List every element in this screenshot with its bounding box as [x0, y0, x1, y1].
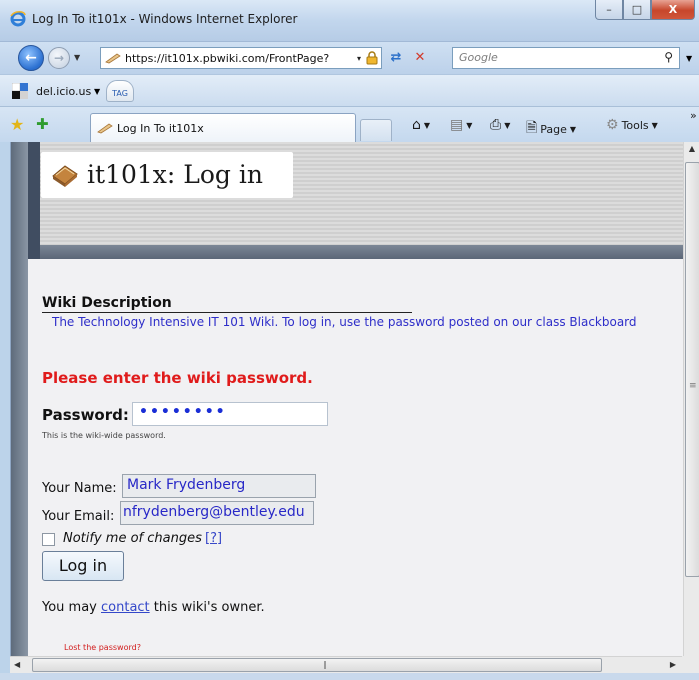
search-options-dropdown-icon[interactable]: ▼: [686, 54, 692, 63]
history-dropdown-icon[interactable]: ▼: [74, 53, 80, 62]
address-bar[interactable]: https://it101x.pbwiki.com/FrontPage? ▾: [100, 47, 382, 69]
toolbar-overflow-icon[interactable]: »: [690, 109, 697, 122]
gear-icon: ⚙: [606, 117, 619, 133]
home-icon: ⌂: [412, 117, 421, 133]
scroll-right-icon[interactable]: ▶: [670, 660, 676, 669]
close-button[interactable]: X: [651, 0, 695, 20]
tools-menu-label: Tools: [621, 118, 649, 132]
notify-label: Notify me of changes: [63, 531, 202, 546]
notify-checkbox[interactable]: [42, 533, 55, 546]
password-field[interactable]: ••••••••: [132, 402, 328, 426]
vertical-scrollbar[interactable]: ▲ ≡: [683, 142, 699, 656]
owner-suffix: this wiki's owner.: [149, 600, 265, 615]
vertical-scroll-thumb[interactable]: ≡: [685, 162, 699, 577]
address-dropdown-icon[interactable]: ▾: [357, 54, 361, 63]
search-box[interactable]: Google ⚲: [452, 47, 680, 69]
page-icon: 🗎: [526, 120, 538, 136]
owner-contact-text: You may contact this wiki's owner.: [42, 600, 265, 615]
feeds-button[interactable]: ▤ ▼: [450, 117, 472, 133]
tab-login[interactable]: Log In To it101x: [90, 113, 356, 143]
tools-menu[interactable]: ⚙ Tools ▼: [606, 117, 658, 133]
password-hint: This is the wiki-wide password.: [42, 431, 166, 440]
name-field[interactable]: Mark Frydenberg: [122, 474, 316, 498]
maximize-button[interactable]: □: [623, 0, 651, 20]
name-label: Your Name:: [42, 481, 117, 496]
add-favorites-icon[interactable]: ✚: [36, 115, 49, 133]
minimize-button[interactable]: –: [595, 0, 623, 20]
wiki-logo: it101x: Log in: [41, 152, 293, 198]
horizontal-scrollbar[interactable]: ◀ ‖ ▶: [10, 656, 682, 673]
password-label: Password:: [42, 406, 129, 424]
tab-bar: ★ ✚ Log In To it101x ⌂ ▼ ▤ ▼ ⎙ ▼ 🗎 Page …: [0, 106, 699, 143]
favorites-star-icon[interactable]: ★: [10, 115, 24, 134]
tools-dropdown-icon: ▼: [651, 120, 658, 130]
window-controls: – □ X: [595, 0, 695, 20]
home-button[interactable]: ⌂ ▼: [412, 117, 430, 133]
rss-feed-icon: ▤: [450, 117, 464, 133]
tag-button[interactable]: TAG: [106, 80, 134, 102]
forward-arrow-icon: →: [53, 51, 65, 65]
new-tab-button[interactable]: [360, 119, 392, 141]
left-shadow: [11, 142, 28, 656]
page-menu-label: Page: [540, 122, 567, 136]
print-dropdown-icon[interactable]: ▼: [504, 121, 510, 130]
lost-password-link[interactable]: Lost the password?: [64, 643, 141, 652]
print-button[interactable]: ⎙ ▼: [490, 117, 510, 133]
stop-icon[interactable]: ✕: [410, 50, 430, 66]
search-icon[interactable]: ⚲: [664, 50, 673, 64]
header-left-bar: [28, 142, 40, 270]
window-bottom-border: [0, 673, 699, 680]
header-divider: [28, 245, 683, 259]
page-content: it101x: Log in Wiki Description The Tech…: [10, 142, 699, 656]
email-label: Your Email:: [42, 509, 115, 524]
lock-icon[interactable]: [365, 51, 379, 65]
scrollbar-corner: [682, 656, 699, 673]
delicious-dropdown-icon[interactable]: ▼: [94, 87, 100, 96]
email-field[interactable]: nfrydenberg@bentley.edu: [120, 501, 314, 525]
tab-label: Log In To it101x: [117, 122, 204, 135]
page-dropdown-icon: ▼: [569, 124, 577, 134]
sandwich-icon: [52, 165, 78, 187]
password-prompt: Please enter the wiki password.: [42, 369, 313, 387]
forward-button[interactable]: →: [48, 47, 70, 69]
page-title: it101x: Log in: [87, 160, 263, 189]
scroll-left-icon[interactable]: ◀: [14, 660, 20, 669]
owner-prefix: You may: [42, 600, 101, 615]
page-favicon-icon: [105, 53, 121, 64]
window-title: Log In To it101x - Windows Internet Expl…: [32, 12, 298, 26]
wiki-description-text: The Technology Intensive IT 101 Wiki. To…: [52, 315, 637, 329]
tab-favicon-icon: [97, 123, 113, 134]
back-button[interactable]: ←: [18, 45, 44, 71]
page-menu[interactable]: 🗎 Page ▼: [526, 117, 576, 141]
scroll-up-icon[interactable]: ▲: [684, 144, 699, 158]
wiki-description-title: Wiki Description: [42, 295, 412, 313]
delicious-menu[interactable]: del.icio.us: [36, 85, 91, 98]
refresh-icon[interactable]: ⇄: [386, 50, 406, 66]
search-placeholder[interactable]: Google: [459, 51, 498, 64]
internet-explorer-icon: [10, 11, 26, 27]
delicious-icon: [12, 83, 28, 99]
contact-link[interactable]: contact: [101, 600, 150, 615]
notify-help-link[interactable]: [?]: [205, 531, 222, 546]
back-arrow-icon: ←: [25, 50, 37, 66]
window-titlebar: Log In To it101x - Windows Internet Expl…: [0, 0, 699, 42]
login-button[interactable]: Log in: [42, 551, 124, 581]
feeds-dropdown-icon[interactable]: ▼: [466, 121, 472, 130]
navigation-bar: ← → ▼ https://it101x.pbwiki.com/FrontPag…: [0, 42, 699, 74]
horizontal-scroll-thumb[interactable]: ‖: [32, 658, 602, 672]
hscroll-grip-icon: ‖: [323, 660, 327, 669]
home-dropdown-icon[interactable]: ▼: [424, 121, 430, 130]
scroll-grip-icon: ≡: [689, 381, 697, 391]
links-toolbar: del.icio.us ▼ TAG: [0, 74, 699, 106]
printer-icon: ⎙: [490, 117, 502, 133]
address-url[interactable]: https://it101x.pbwiki.com/FrontPage?: [125, 52, 357, 65]
login-form-area: Wiki Description The Technology Intensiv…: [28, 259, 683, 656]
